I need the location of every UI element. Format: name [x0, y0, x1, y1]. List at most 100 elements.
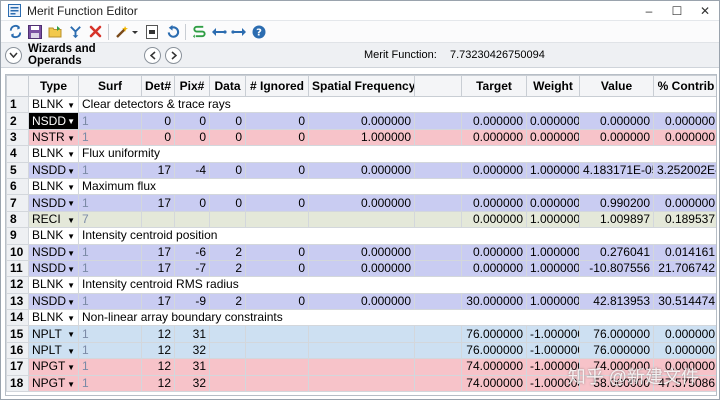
operand-type-select[interactable]: BLNK ▼	[28, 145, 79, 163]
dropdown-arrow-icon[interactable]: ▼	[67, 360, 75, 374]
table-row[interactable]: 18 NPGT ▼ 1 12 32 74.000000 -1.000000 58.000000 4…	[6, 374, 716, 393]
value-cell[interactable]: 0.000000	[308, 259, 415, 278]
value-cell[interactable]: 31	[174, 325, 210, 343]
value-cell[interactable]: -7	[174, 259, 210, 278]
value-cell[interactable]	[414, 341, 462, 360]
surf-cell[interactable]: 1	[78, 325, 142, 343]
dropdown-arrow-icon[interactable]: ▼	[67, 246, 75, 260]
undo-icon[interactable]	[164, 24, 180, 40]
sort-icon[interactable]	[191, 24, 207, 40]
insert-icon[interactable]	[144, 24, 160, 40]
value-cell[interactable]: 76.000000	[461, 325, 527, 343]
value-cell[interactable]	[414, 161, 462, 179]
dropdown-arrow-icon[interactable]: ▼	[67, 377, 75, 391]
value-cell[interactable]: -1.000000	[526, 374, 580, 393]
next-button[interactable]	[165, 46, 182, 64]
value-cell[interactable]	[308, 341, 415, 360]
value-cell[interactable]	[209, 210, 246, 229]
operand-type-select[interactable]: NSDD ▼	[28, 194, 79, 212]
value-cell[interactable]	[414, 259, 462, 278]
value-cell[interactable]: 0	[141, 112, 175, 130]
value-cell[interactable]	[245, 210, 309, 229]
table-row[interactable]: 14 BLNK ▼ Non-linear array boundary constra…	[6, 309, 716, 327]
value-cell[interactable]	[209, 358, 246, 376]
column-header[interactable]: # Ignored	[245, 75, 309, 97]
table-row[interactable]: 11 NSDD ▼ 1 17 -7 2 0 0.000000 0.000000 1.000000 -1…	[6, 259, 716, 278]
operand-type-select[interactable]: BLNK ▼	[28, 177, 79, 196]
row-number[interactable]: 17	[6, 358, 29, 376]
value-cell[interactable]: 17	[141, 161, 175, 179]
dropdown-arrow-icon[interactable]: ▼	[67, 278, 75, 292]
value-cell[interactable]: 0.000000	[653, 358, 716, 376]
value-cell[interactable]: 0.000000	[653, 325, 716, 343]
column-header[interactable]: Target	[461, 75, 527, 97]
operand-type-select[interactable]: BLNK ▼	[28, 276, 79, 294]
value-cell[interactable]	[308, 374, 415, 393]
column-header[interactable]: Det#	[141, 75, 175, 97]
close-button[interactable]: ✕	[691, 1, 719, 21]
value-cell[interactable]: 0.000000	[579, 128, 654, 147]
value-cell[interactable]: 32	[174, 374, 210, 393]
refresh-icon[interactable]	[7, 24, 23, 40]
value-cell[interactable]: 0.000000	[526, 128, 580, 147]
column-header[interactable]	[6, 75, 29, 97]
value-cell[interactable]: 2	[209, 259, 246, 278]
dropdown-arrow-icon[interactable]: ▼	[67, 295, 75, 309]
value-cell[interactable]	[414, 194, 462, 212]
row-number[interactable]: 1	[6, 95, 29, 114]
value-cell[interactable]	[308, 325, 415, 343]
dropdown-arrow-icon[interactable]: ▼	[67, 180, 75, 194]
dropdown-arrow-icon[interactable]: ▼	[67, 213, 75, 227]
value-cell[interactable]: 0.000000	[579, 112, 654, 130]
dropdown-arrow-icon[interactable]: ▼	[67, 131, 75, 145]
dropdown-arrow-icon[interactable]: ▼	[67, 196, 75, 210]
row-number[interactable]: 5	[6, 161, 29, 179]
value-cell[interactable]: 1.000000	[308, 128, 415, 147]
column-header[interactable]: % Contrib	[653, 75, 716, 97]
row-number[interactable]: 3	[6, 128, 29, 147]
table-row[interactable]: 4 BLNK ▼ Flux uniformity	[6, 145, 716, 163]
value-cell[interactable]: 76.000000	[461, 341, 527, 360]
comment-cell[interactable]: Maximum flux	[78, 177, 716, 196]
value-cell[interactable]: 0	[174, 112, 210, 130]
value-cell[interactable]: 0	[209, 194, 246, 212]
row-number[interactable]: 11	[6, 259, 29, 278]
table-row[interactable]: 13 NSDD ▼ 1 17 -9 2 0 0.000000 30.000000 1.000000 4…	[6, 292, 716, 311]
table-row[interactable]: 15 NPLT ▼ 1 12 31 76.000000 -1.000000 76.000000 0…	[6, 325, 716, 343]
value-cell[interactable]	[245, 341, 309, 360]
value-cell[interactable]: 0.276041	[579, 243, 654, 261]
value-cell[interactable]: 0.189537	[653, 210, 716, 229]
value-cell[interactable]: -1.000000	[526, 341, 580, 360]
expand-wizards-button[interactable]	[5, 46, 22, 64]
row-number[interactable]: 12	[6, 276, 29, 294]
operand-type-select[interactable]: NPGT ▼	[28, 374, 79, 393]
value-cell[interactable]: 42.813953	[579, 292, 654, 311]
dropdown-arrow-icon[interactable]: ▼	[67, 114, 75, 128]
value-cell[interactable]: -6	[174, 243, 210, 261]
value-cell[interactable]: 58.000000	[579, 374, 654, 393]
operand-type-select[interactable]: NSDD ▼	[28, 292, 79, 311]
comment-cell[interactable]: Non-linear array boundary constraints	[78, 309, 716, 327]
value-cell[interactable]: 0	[141, 128, 175, 147]
value-cell[interactable]: 0.000000	[308, 292, 415, 311]
value-cell[interactable]: 0	[174, 194, 210, 212]
value-cell[interactable]	[414, 112, 462, 130]
table-row[interactable]: 3 NSTR ▼ 1 0 0 0 0 1.000000 0.000000 0.000000 0.000…	[6, 128, 716, 147]
value-cell[interactable]: 1.000000	[526, 243, 580, 261]
value-cell[interactable]: 2	[209, 243, 246, 261]
surf-cell[interactable]: 1	[78, 194, 142, 212]
arrow-left-icon[interactable]	[211, 24, 227, 40]
value-cell[interactable]	[141, 210, 175, 229]
row-number[interactable]: 18	[6, 374, 29, 393]
value-cell[interactable]: -1.000000	[526, 325, 580, 343]
value-cell[interactable]	[245, 358, 309, 376]
arrow-right-icon[interactable]	[231, 24, 247, 40]
value-cell[interactable]: 30.514474	[653, 292, 716, 311]
value-cell[interactable]: 76.000000	[579, 341, 654, 360]
table-row[interactable]: 17 NPGT ▼ 1 12 31 74.000000 -1.000000 74.000000 0…	[6, 358, 716, 376]
minimize-button[interactable]: –	[635, 1, 663, 21]
value-cell[interactable]: 17	[141, 243, 175, 261]
surf-cell[interactable]: 1	[78, 292, 142, 311]
row-number[interactable]: 13	[6, 292, 29, 311]
row-number[interactable]: 2	[6, 112, 29, 130]
